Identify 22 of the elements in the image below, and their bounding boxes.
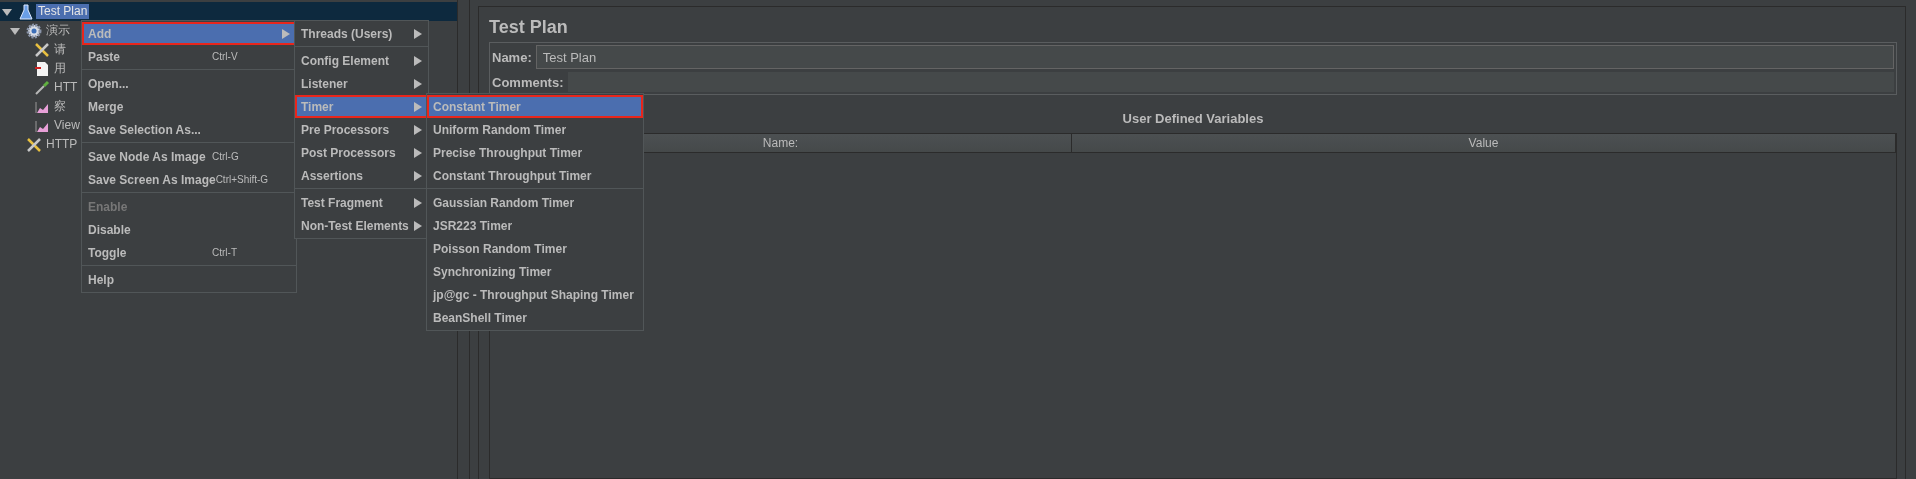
expand-arrow-icon[interactable] [2,6,12,17]
field-label: Name: [492,49,532,65]
tree-item[interactable]: HTT [52,80,80,95]
tree-item[interactable]: 察 [52,99,68,114]
name-field[interactable]: Test Plan [535,45,1894,69]
tree-item[interactable]: 用 [52,61,68,76]
tree-item[interactable]: HTTP [44,137,80,152]
tools-icon [34,41,50,58]
section-title: User Defined Variables [1122,111,1264,126]
field-label: Comments: [492,74,564,90]
tree-item[interactable]: Test Plan [36,4,90,19]
column-header[interactable]: Value [1072,134,1896,152]
expand-arrow-icon[interactable] [10,25,20,36]
tree-item[interactable]: 请 [52,42,68,57]
document-icon [34,60,50,77]
dropper-icon [34,79,50,96]
flask-icon [18,3,34,20]
gear-icon [26,22,42,39]
panel-title: Test Plan [489,17,569,39]
tree-item[interactable]: View [52,118,82,133]
tree-item[interactable]: 演示 [44,23,72,38]
tools-icon [26,136,42,153]
